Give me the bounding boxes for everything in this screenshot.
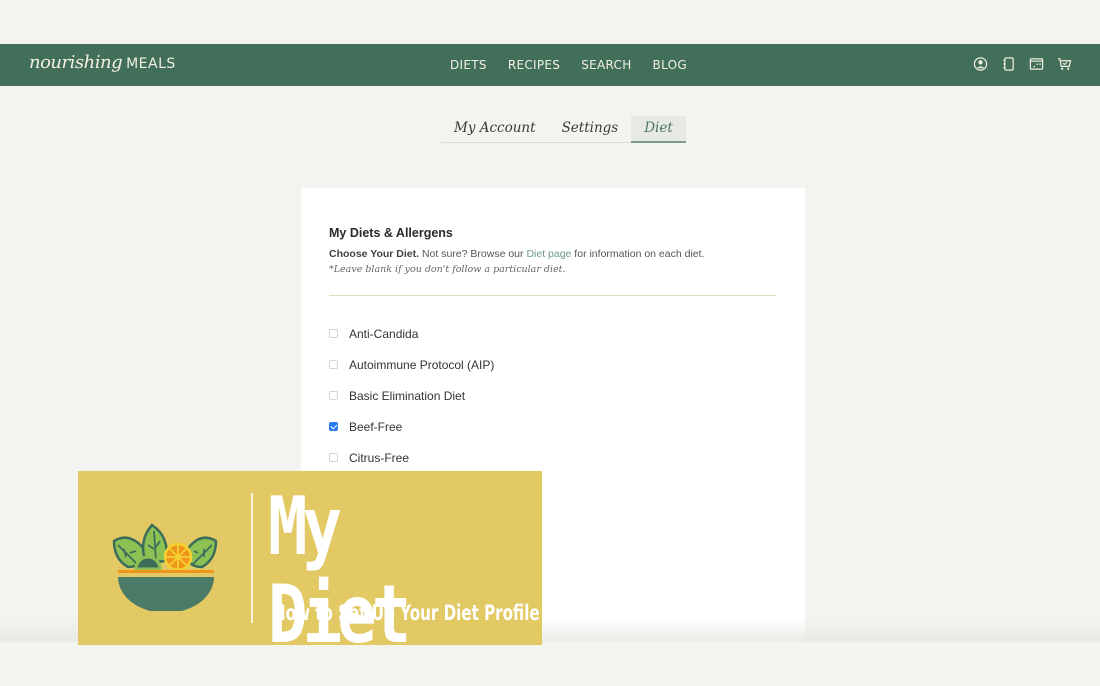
banner-divider [251, 493, 253, 623]
nav-link-diets[interactable]: DIETS [450, 58, 487, 72]
diet-option-label: Beef-Free [349, 419, 403, 434]
diet-option-label: Autoimmune Protocol (AIP) [349, 357, 495, 372]
banner-title: My Diet [268, 480, 411, 661]
diet-checkbox[interactable] [329, 360, 338, 369]
diet-checkbox[interactable] [329, 391, 338, 400]
nav-link-recipes[interactable]: RECIPES [508, 58, 560, 72]
diet-checkbox[interactable] [329, 329, 338, 338]
nav-link-blog[interactable]: BLOG [653, 58, 687, 72]
main-nav: DIETS RECIPES SEARCH BLOG [450, 58, 708, 72]
account-tabs: My Account Settings Diet [441, 116, 686, 143]
diet-list: Anti-Candida Autoimmune Protocol (AIP) Bas… [329, 318, 494, 473]
description-post: for information on each diet. [571, 248, 705, 260]
logo-caps: MEALS [126, 56, 176, 72]
diet-checkbox[interactable] [329, 422, 338, 431]
bottom-band [0, 642, 1100, 686]
brand-logo[interactable]: nourishing MEALS [29, 52, 176, 73]
logo-script: nourishing [29, 52, 123, 73]
divider [329, 295, 776, 296]
account-icon[interactable] [973, 56, 988, 72]
tab-my-account[interactable]: My Account [441, 116, 549, 142]
diet-description: Choose Your Diet. Not sure? Browse our D… [329, 248, 704, 260]
diet-option-label: Basic Elimination Diet [349, 388, 466, 403]
diet-option-label: Anti-Candida [349, 326, 419, 341]
top-navbar: nourishing MEALS DIETS RECIPES SEARCH BL… [0, 44, 1100, 86]
section-title: My Diets & Allergens [329, 226, 453, 240]
cart-icon[interactable] [1057, 56, 1072, 72]
notebook-icon[interactable] [1001, 56, 1016, 72]
diet-option[interactable]: Basic Elimination Diet [329, 380, 494, 411]
diet-page-link[interactable]: Diet page [526, 248, 571, 260]
blank-note: *Leave blank if you don't follow a parti… [329, 264, 566, 275]
nav-link-search[interactable]: SEARCH [581, 58, 631, 72]
top-spacer [0, 0, 1100, 44]
tab-diet[interactable]: Diet [631, 116, 686, 143]
description-pre: Not sure? Browse our [419, 248, 527, 260]
diet-checkbox[interactable] [329, 453, 338, 462]
diet-option-label: Citrus-Free [349, 450, 410, 465]
banner-subtitle: How to Set Up Your Diet Profile [273, 601, 540, 625]
description-bold: Choose Your Diet. [329, 248, 420, 260]
diet-option[interactable]: Citrus-Free [329, 442, 494, 473]
salad-bowl-icon [112, 523, 218, 611]
my-diet-banner: My Diet How to Set Up Your Diet Profile [78, 471, 542, 659]
diet-option[interactable]: Autoimmune Protocol (AIP) [329, 349, 494, 380]
calendar-icon[interactable] [1029, 56, 1044, 72]
tab-settings[interactable]: Settings [549, 116, 632, 142]
nav-icons [973, 56, 1072, 72]
diet-option[interactable]: Anti-Candida [329, 318, 494, 349]
diet-option[interactable]: Beef-Free [329, 411, 494, 442]
